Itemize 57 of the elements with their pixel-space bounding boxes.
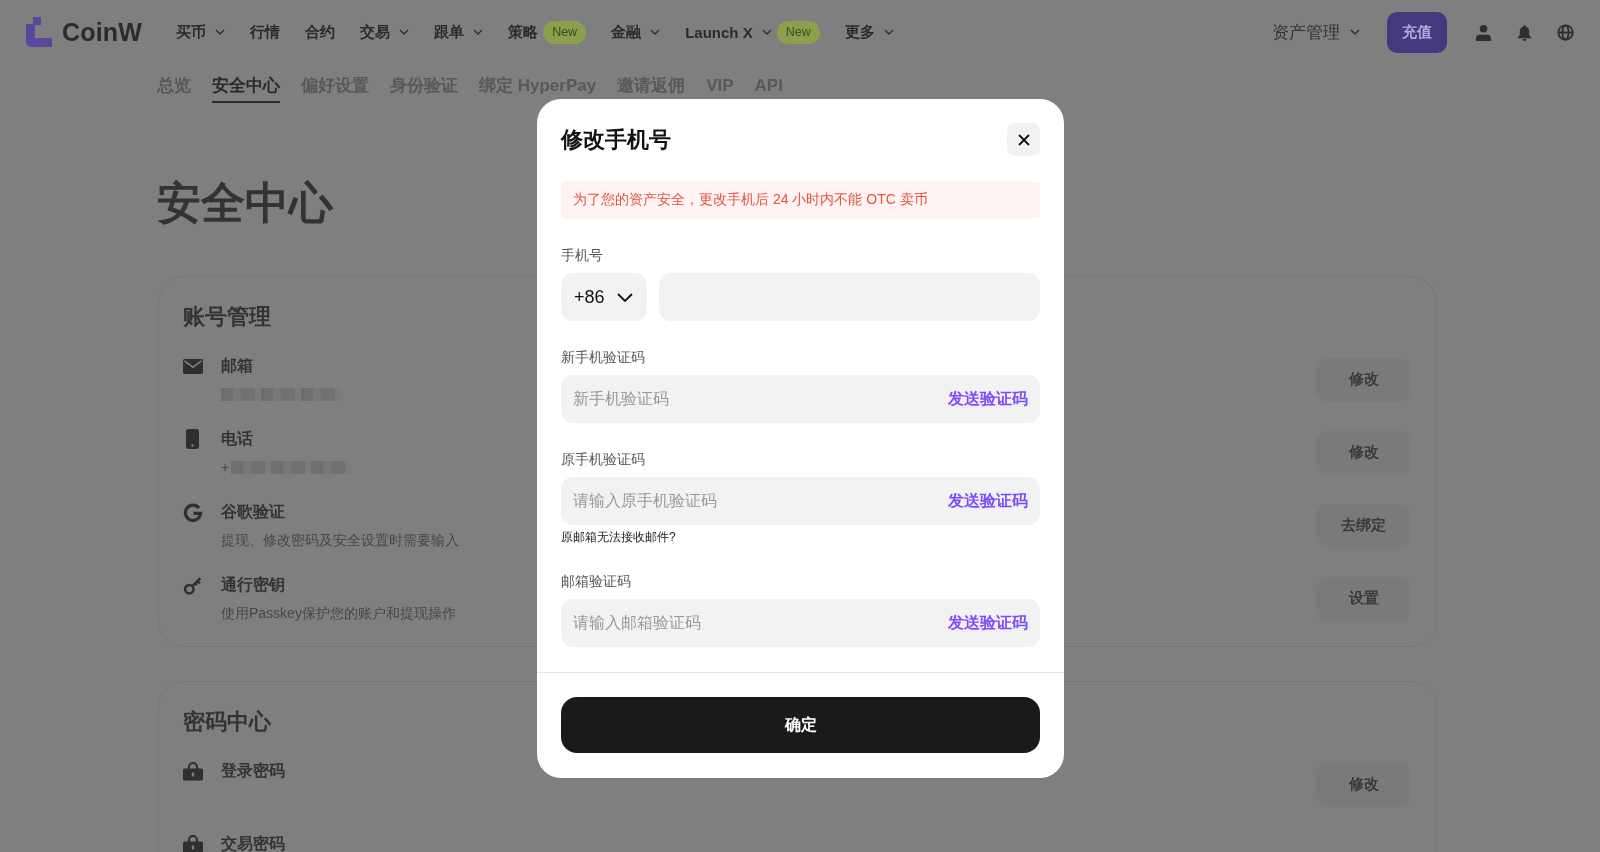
new-badge: New [543,20,587,44]
asset-menu[interactable]: 资产管理 [1272,20,1360,44]
deposit-button[interactable]: 充值 [1387,11,1447,53]
verification-code-field[interactable]: 新手机验证码 发送验证码 [561,375,1040,423]
verification-code-field[interactable]: 请输入邮箱验证码 发送验证码 [561,599,1040,647]
nav-link[interactable]: Launch X [685,23,772,41]
mobile-phone-icon [186,429,199,449]
google-g-icon [183,502,203,522]
key-icon [183,575,203,595]
field-label: 原手机验证码 [561,450,645,469]
nav-link[interactable]: 交易 [360,22,410,42]
nav-link[interactable]: 策略 [508,22,539,42]
nav-link[interactable]: 更多 [844,22,894,42]
close-button[interactable] [1007,123,1040,156]
new-badge: New [776,20,820,44]
section-title: 密码中心 [183,709,271,735]
user-icon[interactable] [1475,23,1492,41]
edit-button[interactable]: 修改 [1316,357,1411,402]
send-code-link[interactable]: 发送验证码 [948,612,1028,634]
nav-link[interactable]: 跟单 [434,22,484,42]
help-link[interactable]: 原邮箱无法接收邮件? [561,529,676,545]
edit-button[interactable]: 修改 [1316,762,1411,807]
envelope-icon [183,358,203,374]
warning-notice: 为了您的资产安全，更改手机后 24 小时内不能 OTC 卖币 [561,181,1040,219]
logo-icon [26,17,52,47]
item-label: 交易密码 [221,834,285,852]
edit-button[interactable]: 设置 [1316,576,1411,621]
verification-code-field[interactable]: 请输入原手机验证码 发送验证码 [561,477,1040,525]
subnav-tab[interactable]: 安全中心 [212,72,280,103]
item-label: 邮箱 [221,356,253,376]
dialog-title: 修改手机号 [561,125,671,154]
nav-link[interactable]: 行情 [250,22,281,42]
close-icon [1017,133,1030,146]
chevron-down-icon [616,292,633,302]
field-label: 邮箱验证码 [561,572,631,591]
confirm-button[interactable]: 确定 [561,697,1040,753]
item-label: 电话 [221,429,253,449]
item-label: 通行密钥 [221,575,285,595]
edit-button[interactable]: 去绑定 [1316,503,1411,548]
field-label: 新手机验证码 [561,348,645,367]
nav-link[interactable]: 合约 [305,22,336,42]
field-label: 手机号 [561,246,603,265]
section-title: 账号管理 [183,304,271,330]
bell-icon[interactable] [1516,23,1533,41]
padlock-icon [183,761,203,781]
nav-link[interactable]: 金融 [611,22,661,42]
item-label: 登录密码 [221,761,285,781]
phone-prefix: + [221,458,230,477]
nav-link[interactable]: 买币 [176,22,226,42]
brand-name: CoinW [62,17,143,47]
globe-icon[interactable] [1557,23,1574,41]
edit-button[interactable]: 修改 [1316,430,1411,475]
send-code-link[interactable]: 发送验证码 [948,388,1028,410]
page-title: 安全中心 [157,177,333,229]
country-code-select[interactable]: +86 [561,273,647,321]
send-code-link[interactable]: 发送验证码 [948,490,1028,512]
item-label: 谷歌验证 [221,502,285,522]
